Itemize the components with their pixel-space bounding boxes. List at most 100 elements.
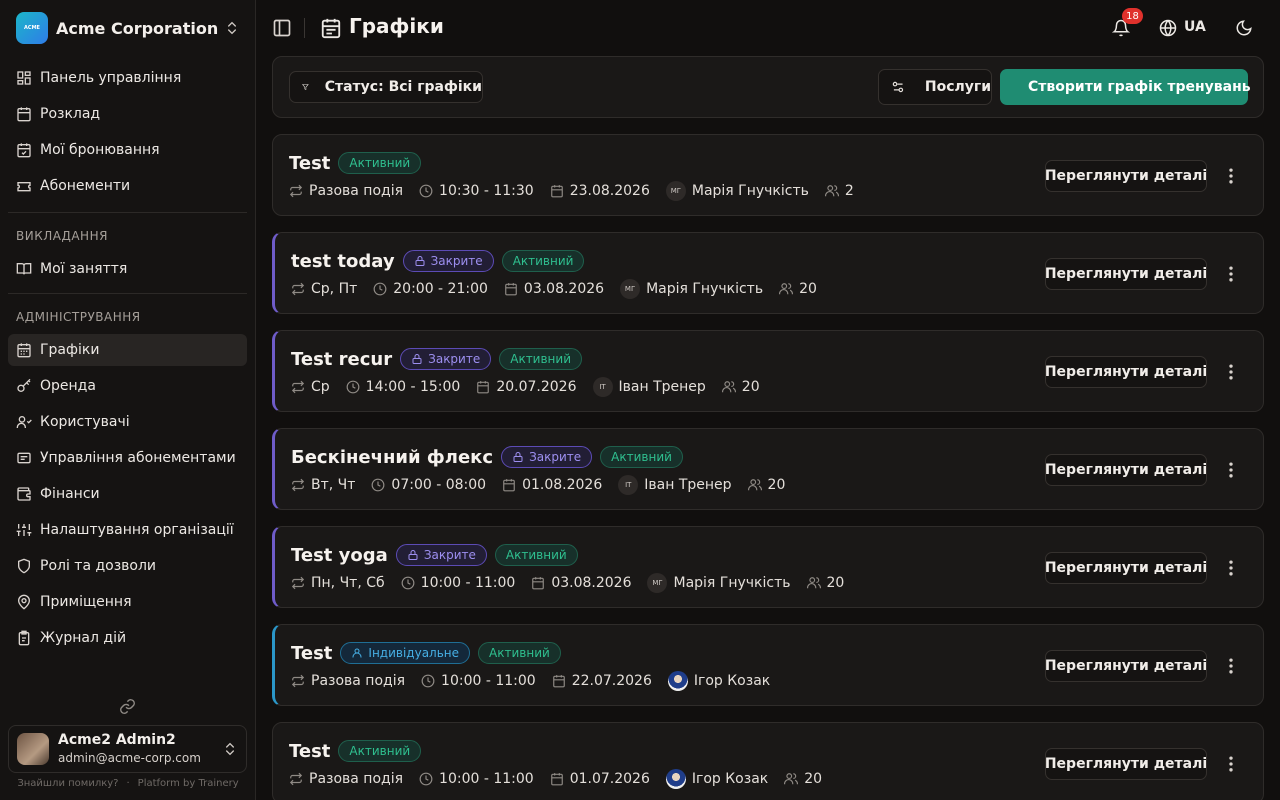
recurrence: Разова подія — [289, 183, 403, 199]
report-bug-link[interactable]: Знайшли помилку? — [17, 778, 118, 789]
calendar-icon — [17, 107, 31, 122]
time-text: 10:00 - 11:00 — [441, 673, 536, 689]
sidebar-item-roles[interactable]: Ролі та дозволи — [8, 550, 247, 582]
status-badge: Активний — [600, 446, 683, 468]
status-badge: Активний — [478, 642, 561, 664]
nav-admin: Графіки Оренда Користувачі Управління аб… — [8, 334, 247, 658]
sidebar-item-org-settings[interactable]: Налаштування організації — [8, 514, 247, 546]
schedule-title: Test — [291, 642, 333, 664]
sidebar-item-memberships[interactable]: Абонементи — [8, 170, 247, 202]
time-text: 20:00 - 21:00 — [393, 281, 488, 297]
date-text: 03.08.2026 — [523, 281, 605, 297]
map-pin-icon — [17, 594, 31, 610]
view-details-button[interactable]: Переглянути деталі — [1045, 748, 1207, 780]
org-name: Acme Corporation — [56, 18, 219, 38]
section-label-admin: АДМІНІСТРУВАННЯ — [16, 310, 141, 324]
language-selector[interactable]: UA — [1184, 19, 1206, 35]
user-menu[interactable]: Acme2 Admin2 admin@acme-corp.com — [8, 725, 247, 773]
trainer: МГ Марія Гнучкість — [620, 279, 763, 299]
recurrence: Ср, Пт — [291, 281, 357, 297]
services-label: Послуги — [924, 79, 991, 95]
schedule-card: Test yoga Закрите Активний Пн, Чт, Сб 10… — [272, 526, 1264, 608]
create-schedule-button[interactable]: Створити графік тренувань — [1000, 69, 1251, 105]
users-icon — [779, 283, 794, 295]
footer-separator: · — [126, 778, 130, 789]
clipboard-icon — [18, 630, 30, 646]
status-filter-button[interactable]: Статус: Всі графіки — [289, 71, 483, 103]
clock-icon — [419, 184, 433, 198]
sidebar-item-membership-management[interactable]: Управління абонементами — [8, 442, 247, 474]
calendar-icon — [532, 577, 545, 590]
clock-icon — [346, 380, 360, 394]
moon-icon[interactable] — [1235, 19, 1253, 37]
view-details-button[interactable]: Переглянути деталі — [1045, 356, 1207, 388]
sidebar-item-activity-log[interactable]: Журнал дій — [8, 622, 247, 654]
closed-badge: Закрите — [501, 446, 593, 468]
more-vertical-icon[interactable] — [1221, 754, 1241, 774]
repeat-icon — [289, 184, 303, 198]
section-label-teaching: ВИКЛАДАННЯ — [16, 229, 108, 243]
platform-link[interactable]: Platform by Trainery — [138, 778, 239, 789]
sidebar-item-rooms[interactable]: Приміщення — [8, 586, 247, 618]
services-button[interactable]: Послуги — [878, 69, 992, 105]
view-details-button[interactable]: Переглянути деталі — [1045, 552, 1207, 584]
clock-icon — [421, 674, 435, 688]
schedule-title: test today — [291, 250, 395, 272]
sidebar-item-rent[interactable]: Оренда — [8, 370, 247, 402]
sidebar-item-finance[interactable]: Фінанси — [8, 478, 247, 510]
trainer: ІТ Іван Тренер — [618, 475, 732, 495]
org-switcher[interactable]: ACME Acme Corporation — [8, 8, 248, 48]
schedule-title: Test — [289, 740, 331, 762]
wallet-icon — [17, 487, 31, 501]
sidebar-item-label: Фінанси — [40, 486, 100, 502]
view-details-button[interactable]: Переглянути деталі — [1045, 650, 1207, 682]
sidebar-item-users[interactable]: Користувачі — [8, 406, 247, 438]
status-badge: Активний — [499, 348, 582, 370]
calendar-icon — [550, 185, 563, 198]
recurrence-text: Пн, Чт, Сб — [311, 575, 385, 591]
repeat-icon — [289, 772, 303, 786]
clock-icon — [373, 282, 387, 296]
sidebar-item-schedules[interactable]: Графіки — [8, 334, 247, 366]
clock-icon — [372, 478, 385, 492]
more-vertical-icon[interactable] — [1221, 166, 1241, 186]
sidebar-item-label: Журнал дій — [40, 630, 127, 646]
view-details-button[interactable]: Переглянути деталі — [1045, 454, 1207, 486]
view-details-button[interactable]: Переглянути деталі — [1045, 160, 1207, 192]
sidebar-item-bookings[interactable]: Мої бронювання — [8, 134, 247, 166]
closed-badge: Закрите — [400, 348, 492, 370]
avatar — [17, 733, 49, 765]
capacity: 20 — [747, 477, 786, 493]
view-details-button[interactable]: Переглянути деталі — [1045, 258, 1207, 290]
recurrence-text: Разова подія — [309, 183, 404, 199]
notification-badge: 18 — [1122, 8, 1143, 24]
more-vertical-icon[interactable] — [1221, 264, 1241, 284]
capacity-text: 20 — [767, 477, 786, 493]
sidebar-item-dashboard[interactable]: Панель управління — [8, 62, 247, 94]
sidebar-item-my-classes[interactable]: Мої заняття — [8, 253, 247, 285]
trainer-avatar — [667, 671, 688, 691]
more-vertical-icon[interactable] — [1221, 656, 1241, 676]
trainer-name: Ігор Козак — [691, 771, 769, 787]
topbar: Графіки 18 UA — [256, 0, 1280, 56]
globe-icon[interactable] — [1159, 19, 1177, 37]
more-vertical-icon[interactable] — [1221, 558, 1241, 578]
sidebar-item-schedule[interactable]: Розклад — [8, 98, 247, 130]
trainer-name: Іван Тренер — [618, 379, 706, 395]
date: 23.08.2026 — [550, 183, 650, 199]
recurrence-text: Разова подія — [309, 771, 404, 787]
time-text: 10:00 - 11:00 — [439, 771, 534, 787]
schedule-card: test today Закрите Активний Ср, Пт 20:00… — [272, 232, 1264, 314]
recurrence: Вт, Чт — [291, 477, 355, 493]
sidebar-item-label: Мої бронювання — [40, 142, 160, 158]
schedule-card: Test Активний Разова подія 10:30 - 11:30… — [272, 134, 1264, 216]
date-text: 01.08.2026 — [522, 477, 603, 493]
date-text: 03.08.2026 — [551, 575, 632, 591]
sidebar-item-label: Налаштування організації — [40, 522, 234, 538]
more-vertical-icon[interactable] — [1221, 460, 1241, 480]
sidebar-toggle-icon[interactable] — [272, 18, 292, 38]
more-vertical-icon[interactable] — [1221, 362, 1241, 382]
link-icon[interactable] — [119, 698, 136, 715]
status-filter-label: Статус: Всі графіки — [324, 79, 482, 95]
individual-badge: Індивідуальне — [340, 642, 471, 664]
